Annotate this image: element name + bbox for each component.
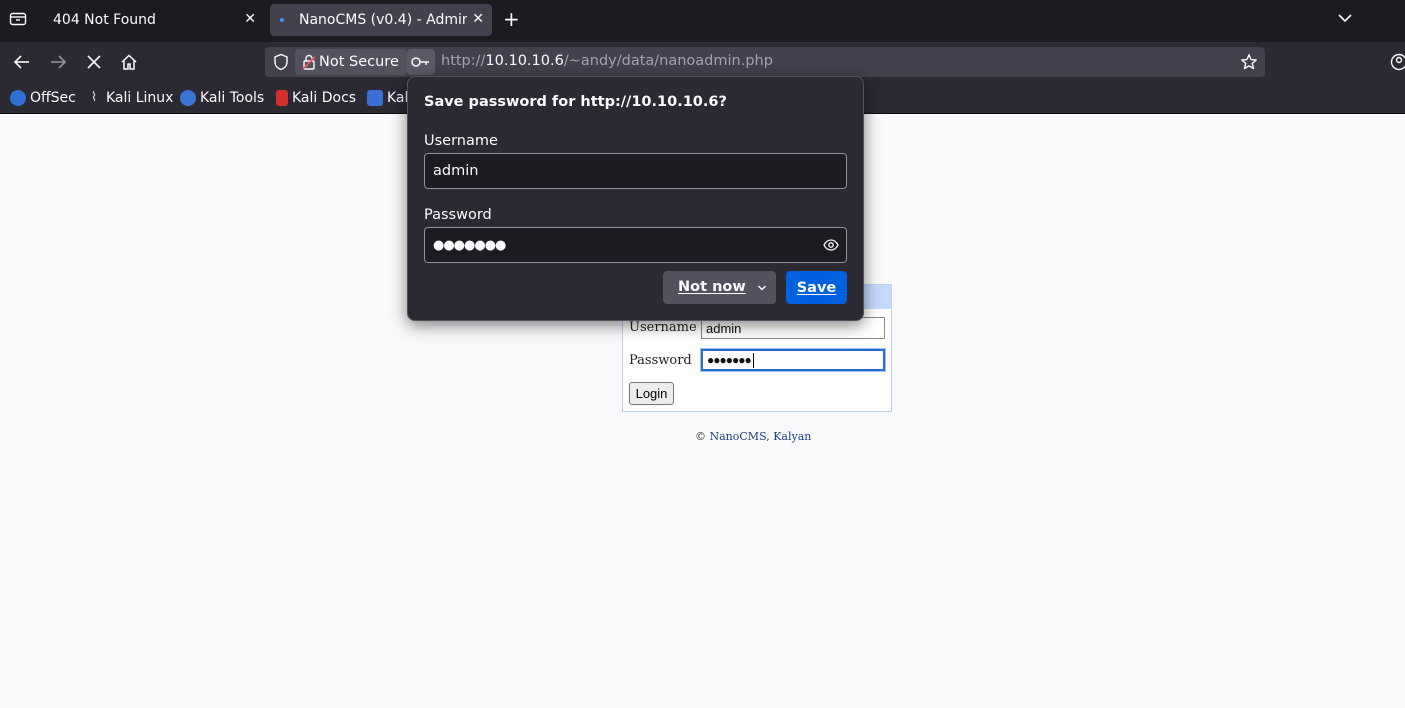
chevron-down-icon[interactable] xyxy=(1337,10,1353,26)
bookmark-label: OffSec xyxy=(30,90,76,106)
save-password-popup: Save password for http://10.10.10.6? Use… xyxy=(407,76,864,321)
popup-password-label: Password xyxy=(424,207,492,223)
bookmark-offsec[interactable]: OffSec xyxy=(10,89,76,107)
kali-dragon-icon: ⌇ xyxy=(90,90,98,105)
saved-passwords-key-button[interactable] xyxy=(407,49,435,75)
bookmark-star-icon[interactable] xyxy=(1240,53,1258,71)
close-icon[interactable]: ✕ xyxy=(472,11,484,27)
save-button[interactable]: Save xyxy=(786,271,847,304)
kali-forums-icon xyxy=(367,90,383,106)
username-label: Username xyxy=(629,320,697,335)
not-now-button[interactable]: Not now xyxy=(663,271,776,304)
chevron-down-icon[interactable] xyxy=(756,282,768,294)
tab-strip: 404 Not Found ✕ NanoCMS (v0.4) - Admin L… xyxy=(0,0,1405,42)
url-path: /~andy/data/nanoadmin.php xyxy=(563,53,773,69)
password-input[interactable]: ●●●●●●● xyxy=(701,349,885,371)
password-label: Password xyxy=(629,353,692,368)
bookmark-kali-linux[interactable]: ⌇ Kali Linux xyxy=(86,89,174,107)
login-button[interactable]: Login xyxy=(629,382,674,405)
forward-arrow-icon[interactable] xyxy=(49,53,67,71)
insecure-lock-icon xyxy=(302,54,316,70)
kali-tools-icon xyxy=(180,90,196,106)
list-all-tabs-icon[interactable] xyxy=(9,11,27,27)
popup-username-label: Username xyxy=(424,133,498,149)
site-identity-button[interactable]: Not Secure xyxy=(295,49,407,75)
not-secure-label: Not Secure xyxy=(319,54,399,70)
not-now-label: Not now xyxy=(678,279,746,295)
show-password-eye-icon[interactable] xyxy=(823,238,839,252)
bookmark-label: Kali Tools xyxy=(200,90,265,106)
account-icon[interactable] xyxy=(1390,53,1405,71)
nanocms-link[interactable]: NanoCMS xyxy=(710,430,767,443)
stop-loading-icon[interactable] xyxy=(85,53,103,71)
popup-password-field[interactable]: ●●●●●●● xyxy=(424,227,847,263)
key-icon xyxy=(411,57,429,67)
username-value: admin xyxy=(706,320,742,336)
bookmark-label: Kali Docs xyxy=(292,90,357,106)
tab-404-not-found[interactable]: 404 Not Found ✕ xyxy=(40,4,264,36)
close-icon[interactable]: ✕ xyxy=(244,11,256,27)
back-arrow-icon[interactable] xyxy=(13,53,31,71)
tab-title: NanoCMS (v0.4) - Admin Login xyxy=(299,12,467,28)
loading-indicator-icon xyxy=(280,18,284,22)
url-scheme: http:// xyxy=(441,53,486,69)
popup-username-field[interactable]: admin xyxy=(424,153,847,189)
home-icon[interactable] xyxy=(120,53,138,71)
new-tab-button[interactable]: + xyxy=(503,8,520,30)
tab-title: 404 Not Found xyxy=(53,12,156,28)
url-text[interactable]: http://10.10.10.6/~andy/data/nanoadmin.p… xyxy=(441,53,773,69)
offsec-icon xyxy=(10,90,26,106)
popup-title: Save password for http://10.10.10.6? xyxy=(424,94,727,110)
kalyan-link[interactable]: Kalyan xyxy=(773,430,811,443)
bookmark-kali-docs[interactable]: Kali Docs xyxy=(276,89,356,107)
tracking-protection-shield-icon[interactable] xyxy=(273,53,289,71)
page-footer: © NanoCMS, Kalyan xyxy=(695,430,811,443)
popup-password-value: ●●●●●●● xyxy=(433,237,506,253)
address-bar[interactable]: Not Secure http://10.10.10.6/~andy/data/… xyxy=(265,47,1265,77)
copyright-symbol: © xyxy=(695,430,706,443)
password-value: ●●●●●●● xyxy=(707,353,752,367)
tab-nanocms-admin[interactable]: NanoCMS (v0.4) - Admin Login ✕ xyxy=(270,4,492,36)
url-host: 10.10.10.6 xyxy=(485,53,564,69)
footer-separator: , xyxy=(766,430,770,443)
bookmark-label: Kali Linux xyxy=(106,90,174,106)
text-cursor xyxy=(752,352,754,368)
kali-docs-icon xyxy=(276,90,288,106)
bookmark-kali-tools[interactable]: Kali Tools xyxy=(180,89,264,107)
popup-username-value: admin xyxy=(433,163,479,179)
